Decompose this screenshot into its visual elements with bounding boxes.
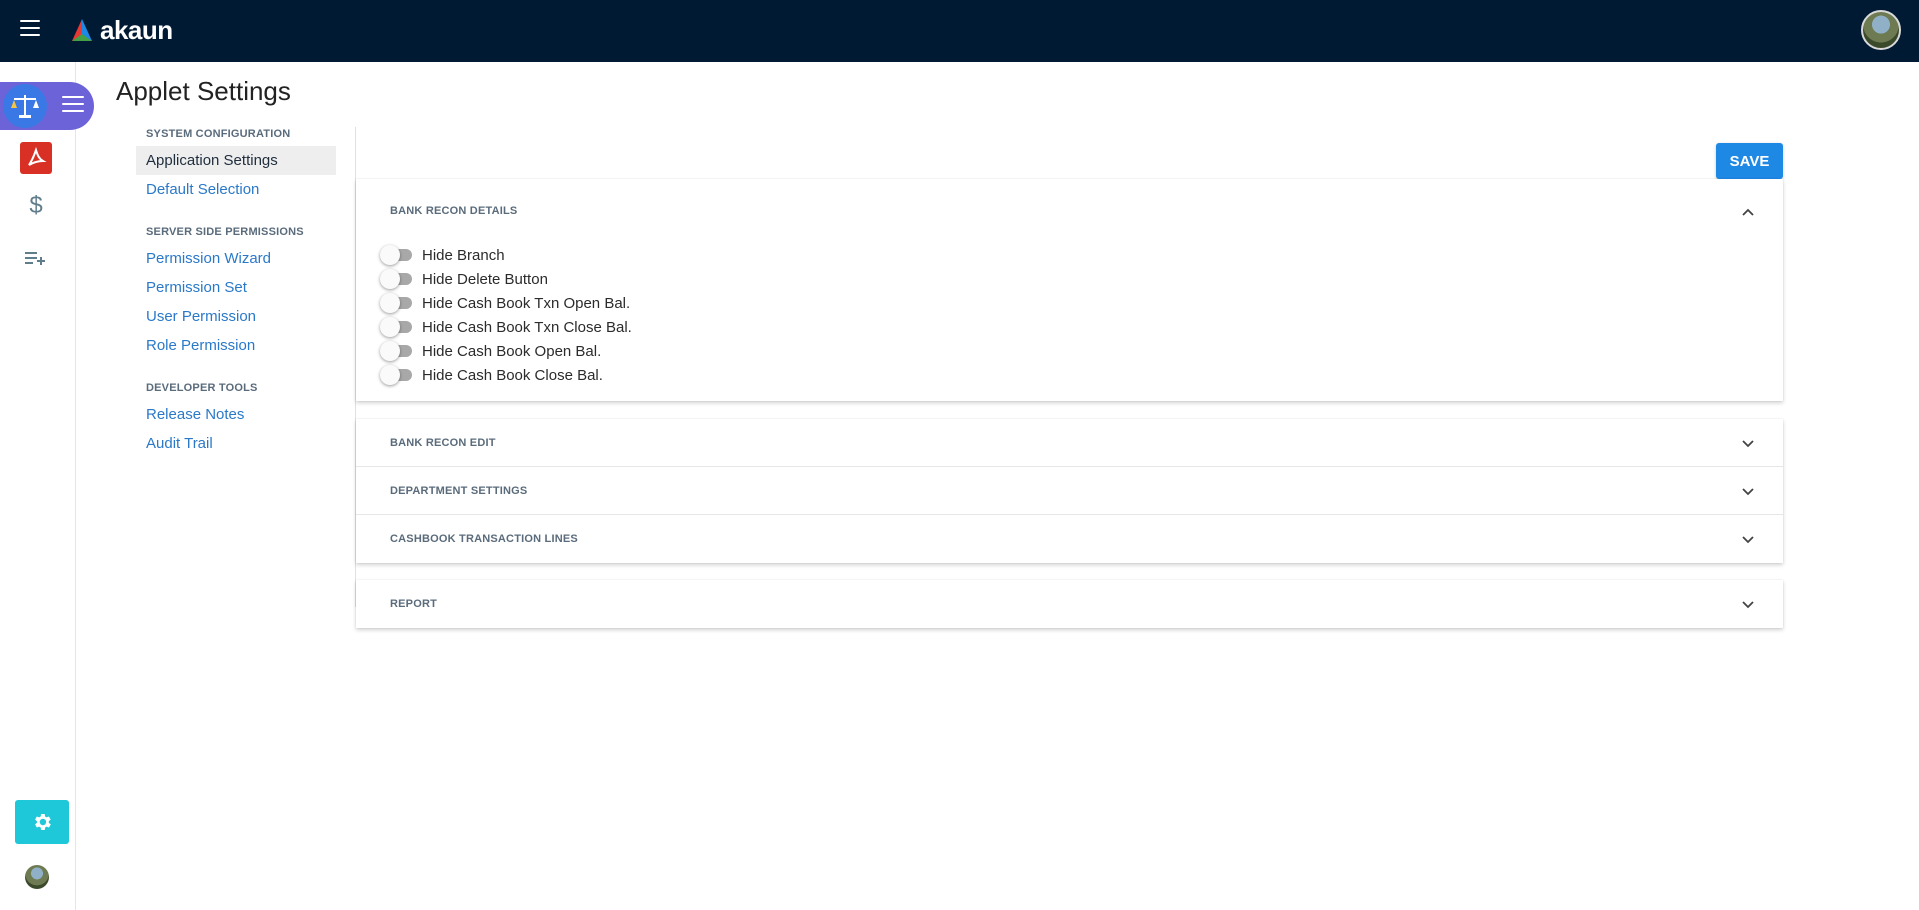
app-logo[interactable]: akaun	[70, 14, 173, 46]
hide-txn-open-bal-toggle[interactable]	[380, 293, 414, 313]
nav-section-heading: DEVELOPER TOOLS	[146, 382, 258, 394]
logo-text: akaun	[100, 14, 173, 45]
toggle-label: Hide Delete Button	[422, 270, 548, 288]
chevron-up-icon[interactable]	[1733, 203, 1763, 219]
avatar[interactable]	[25, 865, 49, 889]
panel-report: REPORT	[356, 580, 1783, 628]
panel-title: BANK RECON EDIT	[390, 436, 496, 449]
gear-icon	[35, 814, 51, 830]
nav-item-release-notes[interactable]: Release Notes	[136, 400, 336, 429]
panel-bank-recon-details: BANK RECON DETAILS Hide Branch Hide Dele…	[356, 179, 1783, 401]
menu-open-icon[interactable]	[62, 96, 84, 116]
toggle-label: Hide Cash Book Close Bal.	[422, 366, 603, 384]
hide-txn-close-bal-toggle[interactable]	[380, 317, 414, 337]
panel-header-department-settings[interactable]: DEPARTMENT SETTINGS	[356, 467, 1783, 515]
nav-item-default-selection[interactable]: Default Selection	[136, 175, 336, 204]
nav-item-application-settings[interactable]: Application Settings	[136, 146, 336, 175]
top-bar: akaun	[0, 0, 1919, 62]
panel-title: REPORT	[390, 598, 438, 610]
user-avatar[interactable]	[1861, 10, 1901, 50]
panel-header-report[interactable]: REPORT	[356, 580, 1783, 628]
nav-item-permission-set[interactable]: Permission Set	[136, 273, 336, 302]
nav-section-heading: SERVER SIDE PERMISSIONS	[146, 226, 304, 238]
toggle-row: Hide Branch	[380, 243, 1783, 267]
toggle-row: Hide Cash Book Open Bal.	[380, 339, 1783, 363]
nav-group-server-side-permissions: SERVER SIDE PERMISSIONS Permission Wizar…	[136, 226, 336, 360]
toggle-label: Hide Cash Book Txn Open Bal.	[422, 294, 631, 312]
panel-body: Hide Branch Hide Delete Button Hide Cash…	[356, 243, 1783, 401]
nav-group-system-configuration: SYSTEM CONFIGURATION Application Setting…	[136, 128, 336, 204]
save-button[interactable]: SAVE	[1716, 143, 1783, 179]
nav-section-heading: SYSTEM CONFIGURATION	[146, 128, 291, 140]
chevron-down-icon[interactable]	[1733, 531, 1763, 547]
pdf-icon[interactable]	[20, 142, 52, 174]
active-app-tab[interactable]	[0, 82, 94, 130]
hide-branch-toggle[interactable]	[380, 245, 414, 265]
panel-group-collapsed: BANK RECON EDIT DEPARTMENT SETTINGS CASH…	[356, 419, 1783, 563]
toggle-label: Hide Branch	[422, 246, 505, 264]
page-title: Applet Settings	[116, 76, 291, 106]
panel-title: BANK RECON DETAILS	[390, 205, 518, 217]
toggle-row: Hide Cash Book Txn Open Bal.	[380, 291, 1783, 315]
nav-item-role-permission[interactable]: Role Permission	[136, 331, 336, 360]
dollar-icon[interactable]: $	[20, 190, 52, 222]
app-rail: $	[0, 62, 94, 910]
settings-nav: SYSTEM CONFIGURATION Application Setting…	[136, 128, 336, 480]
panel-header-cashbook-transaction-lines[interactable]: CASHBOOK TRANSACTION LINES	[356, 515, 1783, 563]
chevron-down-icon[interactable]	[1733, 596, 1763, 612]
nav-item-permission-wizard[interactable]: Permission Wizard	[136, 244, 336, 273]
panel-title: CASHBOOK TRANSACTION LINES	[390, 533, 578, 545]
hide-close-bal-toggle[interactable]	[380, 365, 414, 385]
nav-group-developer-tools: DEVELOPER TOOLS Release Notes Audit Trai…	[136, 382, 336, 458]
chevron-down-icon[interactable]	[1733, 483, 1763, 499]
nav-item-user-permission[interactable]: User Permission	[136, 302, 336, 331]
nav-item-audit-trail[interactable]: Audit Trail	[136, 429, 336, 458]
toggle-row: Hide Cash Book Close Bal.	[380, 363, 1783, 387]
chevron-down-icon[interactable]	[1733, 435, 1763, 451]
logo-mark-icon	[72, 19, 92, 41]
hide-delete-button-toggle[interactable]	[380, 269, 414, 289]
panel-title: DEPARTMENT SETTINGS	[390, 484, 528, 497]
toggle-row: Hide Cash Book Txn Close Bal.	[380, 315, 1783, 339]
scales-icon[interactable]	[3, 84, 47, 128]
toggle-row: Hide Delete Button	[380, 267, 1783, 291]
playlist-add-icon[interactable]	[20, 242, 52, 274]
toggle-label: Hide Cash Book Txn Close Bal.	[422, 318, 632, 336]
panel-header-bank-recon-edit[interactable]: BANK RECON EDIT	[356, 419, 1783, 467]
hide-open-bal-toggle[interactable]	[380, 341, 414, 361]
settings-button[interactable]	[15, 800, 69, 844]
toggle-label: Hide Cash Book Open Bal.	[422, 342, 602, 360]
hamburger-icon[interactable]	[20, 20, 40, 38]
panel-header[interactable]: BANK RECON DETAILS	[356, 179, 1783, 243]
